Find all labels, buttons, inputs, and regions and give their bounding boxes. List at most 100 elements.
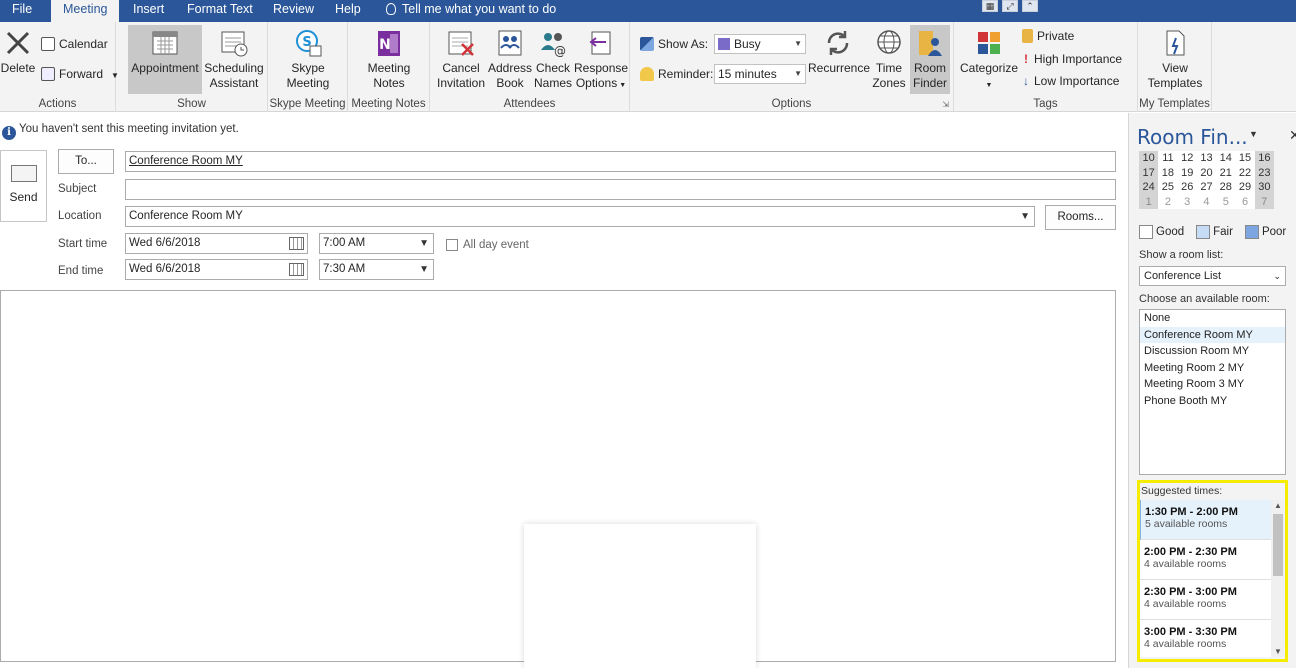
calendar-day[interactable]: 11: [1158, 151, 1178, 166]
categorize-button[interactable]: Categorize ▼: [958, 28, 1020, 93]
close-icon[interactable]: ✕: [1289, 127, 1296, 144]
all-day-checkbox[interactable]: [446, 239, 458, 251]
good-swatch: [1139, 225, 1153, 239]
calendar-button[interactable]: Calendar: [41, 36, 108, 52]
suggested-times-list[interactable]: 1:30 PM - 2:00 PM 5 available rooms 2:00 P…: [1140, 500, 1271, 657]
ribbon-tab-bar: File Meeting Insert Format Text Review H…: [0, 0, 1296, 24]
scroll-up-icon[interactable]: ▲: [1271, 501, 1285, 510]
calendar-day[interactable]: 2: [1158, 194, 1178, 209]
calendar-day[interactable]: 20: [1196, 165, 1217, 180]
end-date-field[interactable]: Wed 6/6/2018: [125, 259, 308, 280]
appointment-button[interactable]: Appointment: [128, 25, 202, 94]
to-button[interactable]: To...: [58, 149, 114, 174]
tab-file[interactable]: File: [12, 0, 32, 22]
suggested-time-item[interactable]: 1:30 PM - 2:00 PM 5 available rooms: [1140, 500, 1271, 540]
calendar-day[interactable]: 22: [1235, 165, 1255, 180]
dialog-launcher-icon[interactable]: ⇲: [942, 100, 949, 109]
calendar-day[interactable]: 30: [1254, 180, 1274, 195]
calendar-day[interactable]: 7: [1254, 194, 1274, 209]
room-list-item[interactable]: None: [1140, 310, 1285, 327]
calendar-day[interactable]: 27: [1196, 180, 1217, 195]
calendar-day[interactable]: 12: [1177, 151, 1197, 166]
calendar-day[interactable]: 16: [1254, 151, 1274, 166]
low-importance-button[interactable]: ↓ Low Importance: [1022, 73, 1119, 89]
scroll-down-icon[interactable]: ▼: [1271, 647, 1285, 656]
time-zones-button[interactable]: Time Zones: [870, 28, 908, 91]
room-list-item[interactable]: Meeting Room 2 MY: [1140, 360, 1285, 377]
calendar-day[interactable]: 21: [1216, 165, 1236, 180]
private-button[interactable]: Private: [1022, 28, 1074, 44]
forward-button[interactable]: Forward ▼: [41, 66, 119, 84]
start-date-field[interactable]: Wed 6/6/2018: [125, 233, 308, 254]
calendar-day[interactable]: 6: [1235, 194, 1255, 209]
suggested-time-item[interactable]: 3:00 PM - 3:30 PM 4 available rooms: [1140, 620, 1271, 657]
calendar-day[interactable]: 23: [1254, 165, 1274, 180]
expand-icon[interactable]: ⤢: [1002, 0, 1018, 12]
cancel-invitation-button[interactable]: Cancel Invitation: [434, 28, 488, 91]
room-list-item[interactable]: Phone Booth MY: [1140, 393, 1285, 410]
calendar-day[interactable]: 17: [1139, 165, 1159, 180]
chevron-down-icon[interactable]: ▼: [1249, 129, 1258, 139]
tab-format-text[interactable]: Format Text: [187, 0, 253, 22]
address-book-button[interactable]: Address Book: [488, 28, 532, 91]
tab-meeting[interactable]: Meeting: [51, 0, 119, 24]
room-list-dropdown[interactable]: Conference List ⌄: [1139, 266, 1286, 286]
tab-help[interactable]: Help: [335, 0, 361, 22]
calendar-day[interactable]: 10: [1139, 151, 1159, 166]
calendar-day[interactable]: 28: [1216, 180, 1236, 195]
room-list[interactable]: None Conference Room MY Discussion Room MY…: [1139, 309, 1286, 475]
check-names-icon: @: [541, 33, 566, 58]
suggested-time-range: 1:30 PM - 2:00 PM: [1145, 506, 1238, 518]
skype-meeting-button[interactable]: S Skype Meeting: [276, 28, 340, 91]
scheduling-assistant-button[interactable]: Scheduling Assistant: [203, 28, 265, 91]
calendar-day[interactable]: 25: [1158, 180, 1178, 195]
subject-field[interactable]: [125, 179, 1116, 200]
check-names-button[interactable]: @ Check Names: [532, 28, 574, 91]
calendar-day[interactable]: 29: [1235, 180, 1255, 195]
collapse-ribbon-icon[interactable]: ⌃: [1022, 0, 1038, 12]
room-list-item[interactable]: Meeting Room 3 MY: [1140, 376, 1285, 393]
tell-me-box[interactable]: Tell me what you want to do: [386, 0, 556, 22]
suggested-time-item[interactable]: 2:30 PM - 3:00 PM 4 available rooms: [1140, 580, 1271, 620]
meeting-notes-button[interactable]: N Meeting Notes: [357, 28, 421, 91]
mini-calendar[interactable]: 10 11 12 13 14 15 16 17 18 19 20 21 22 23 24 25 26 27 28 29…: [1139, 151, 1274, 209]
room-list-item[interactable]: Conference Room MY: [1140, 326, 1285, 343]
calendar-day[interactable]: 4: [1196, 194, 1217, 209]
calendar-day[interactable]: 3: [1177, 194, 1197, 209]
send-button[interactable]: Send: [0, 150, 47, 222]
suggested-time-item[interactable]: 2:00 PM - 2:30 PM 4 available rooms: [1140, 540, 1271, 580]
calendar-day[interactable]: 24: [1139, 180, 1159, 195]
tab-review[interactable]: Review: [273, 0, 314, 22]
suggested-scrollbar[interactable]: ▲ ▼: [1271, 500, 1285, 657]
delete-x-icon: [6, 31, 30, 55]
calendar-day[interactable]: 5: [1216, 194, 1236, 209]
chevron-down-icon[interactable]: ▼: [1020, 207, 1030, 226]
high-importance-button[interactable]: ! High Importance: [1022, 51, 1122, 67]
view-templates-button[interactable]: View Templates: [1142, 28, 1208, 91]
calendar-day[interactable]: 19: [1177, 165, 1197, 180]
show-as-dropdown[interactable]: Busy ▼: [714, 34, 806, 54]
recurrence-button[interactable]: Recurrence: [808, 28, 870, 76]
calendar-day[interactable]: 26: [1177, 180, 1197, 195]
to-field[interactable]: Conference Room MY: [125, 151, 1116, 172]
tab-insert[interactable]: Insert: [133, 0, 164, 22]
start-time-dropdown[interactable]: 7:00 AM ▼: [319, 233, 434, 254]
reminder-dropdown[interactable]: 15 minutes ▼: [714, 64, 806, 84]
rooms-button[interactable]: Rooms...: [1045, 205, 1116, 230]
calendar-day[interactable]: 15: [1235, 151, 1255, 166]
end-time-dropdown[interactable]: 7:30 AM ▼: [319, 259, 434, 280]
room-finder-button[interactable]: Room Finder: [910, 25, 950, 94]
response-options-button[interactable]: Response Options ▼: [574, 28, 628, 93]
scroll-thumb[interactable]: [1273, 514, 1283, 576]
calendar-picker-icon[interactable]: [289, 263, 304, 276]
calendar-day[interactable]: 14: [1216, 151, 1236, 166]
room-list-item[interactable]: Discussion Room MY: [1140, 343, 1285, 360]
delete-button[interactable]: Delete: [0, 28, 36, 76]
calendar-day[interactable]: 13: [1196, 151, 1217, 166]
location-field[interactable]: Conference Room MY ▼: [125, 206, 1035, 227]
grid-icon[interactable]: ▦: [982, 0, 998, 12]
calendar-day[interactable]: 18: [1158, 165, 1178, 180]
calendar-day[interactable]: 1: [1139, 194, 1159, 209]
notes-label-1: Meeting: [367, 61, 411, 75]
calendar-picker-icon[interactable]: [289, 237, 304, 250]
